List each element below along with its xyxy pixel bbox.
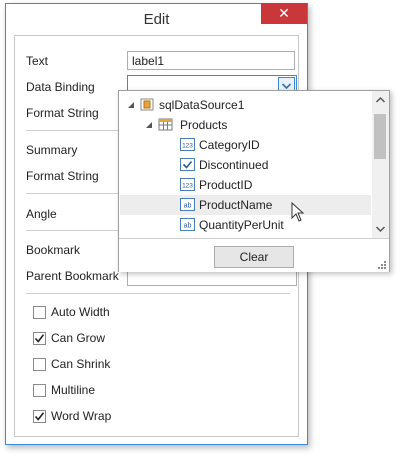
checkbox-box[interactable] — [33, 384, 46, 397]
mouse-cursor-icon — [291, 202, 305, 222]
tree-item-sqldatasource1[interactable]: sqlDataSource1 — [127, 95, 367, 115]
data-binding-label: Data Binding — [26, 80, 95, 94]
text-label: Text — [26, 54, 49, 68]
checkbox-label: Can Grow — [51, 331, 106, 345]
checkbox-label: Auto Width — [51, 305, 110, 319]
tree-item-discontinued[interactable]: Discontinued — [180, 155, 360, 175]
summary-format-string-label: Format String — [26, 169, 99, 183]
svg-text:123: 123 — [182, 183, 193, 190]
boolean-field-icon — [180, 158, 195, 171]
close-button[interactable]: ✕ — [261, 3, 307, 24]
popup-footer: Clear — [119, 238, 389, 272]
separator — [26, 293, 290, 294]
close-icon: ✕ — [278, 5, 290, 21]
data-binding-popup: sqlDataSource1 Products 123 CategoryID D… — [118, 90, 390, 272]
checkbox-label: Word Wrap — [51, 409, 112, 423]
svg-text:123: 123 — [182, 143, 193, 150]
tree-item-label: ProductName — [199, 198, 273, 212]
tree-item-label: QuantityPerUnit — [199, 218, 284, 232]
format-string-label: Format String — [26, 106, 99, 120]
string-field-icon: ab — [180, 218, 195, 231]
resize-grip-icon[interactable] — [377, 260, 387, 270]
string-field-icon: ab — [180, 198, 195, 211]
scroll-down-icon[interactable] — [372, 222, 389, 236]
checkbox-box[interactable] — [33, 358, 46, 371]
tree-item-quantityperunit[interactable]: ab QuantityPerUnit — [180, 215, 360, 235]
checkbox-label: Can Shrink — [51, 357, 111, 371]
tree-item-productid[interactable]: 123 ProductID — [180, 175, 360, 195]
tree-item-categoryid[interactable]: 123 CategoryID — [180, 135, 360, 155]
angle-label: Angle — [26, 207, 57, 221]
summary-label: Summary — [26, 143, 78, 157]
field-tree: sqlDataSource1 Products 123 CategoryID D… — [119, 91, 371, 238]
vertical-scrollbar[interactable] — [372, 91, 389, 238]
tree-item-products[interactable]: Products — [145, 115, 365, 135]
scroll-up-icon[interactable] — [372, 93, 389, 107]
tree-item-label: ProductID — [199, 178, 253, 192]
clear-button[interactable]: Clear — [214, 246, 294, 268]
tree-item-label: sqlDataSource1 — [159, 98, 245, 112]
svg-text:ab: ab — [184, 203, 192, 210]
number-field-icon: 123 — [180, 178, 195, 191]
datasource-icon — [140, 98, 154, 111]
table-icon — [158, 118, 173, 131]
tree-item-label: CategoryID — [199, 138, 260, 152]
svg-text:ab: ab — [184, 223, 192, 230]
checkmark-icon — [34, 412, 45, 421]
checkmark-icon — [34, 334, 45, 343]
collapse-arrow-icon[interactable] — [145, 121, 154, 130]
tree-item-label: Products — [180, 118, 228, 132]
checkbox-box[interactable] — [33, 332, 46, 345]
checkbox-box[interactable] — [33, 410, 46, 423]
collapse-arrow-icon[interactable] — [127, 101, 136, 110]
text-input[interactable]: label1 — [127, 51, 295, 70]
number-field-icon: 123 — [180, 138, 195, 151]
checkbox-box[interactable] — [33, 306, 46, 319]
scrollbar-thumb[interactable] — [374, 114, 386, 159]
bookmark-label: Bookmark — [26, 243, 81, 257]
tree-item-label: Discontinued — [199, 158, 269, 172]
parent-bookmark-label: Parent Bookmark — [26, 269, 119, 283]
checkbox-label: Multiline — [51, 383, 96, 397]
tree-item-productname[interactable]: ab ProductName — [180, 195, 360, 215]
